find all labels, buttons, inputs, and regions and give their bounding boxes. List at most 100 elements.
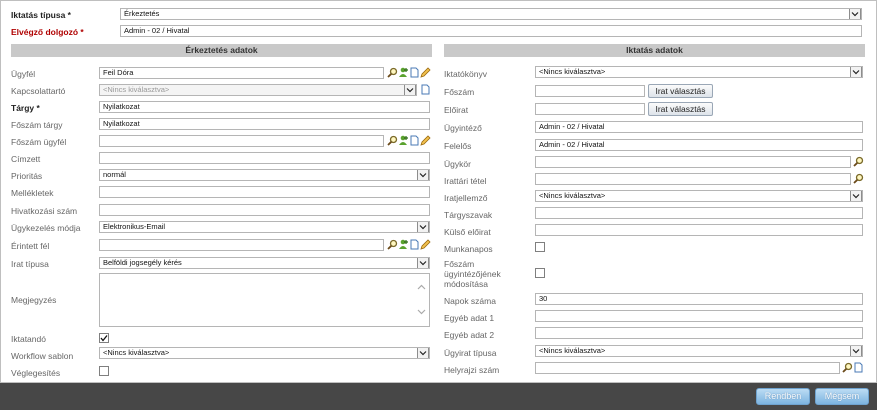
left-section-header: Érkeztetés adatok: [11, 44, 432, 57]
chevron-down-icon[interactable]: [417, 170, 429, 180]
veglegesites-checkbox[interactable]: [99, 366, 109, 376]
new-document-icon[interactable]: [853, 362, 864, 373]
chevron-down-icon[interactable]: [849, 9, 861, 19]
foszam-targy-label: Főszám tárgy: [11, 120, 63, 130]
search-icon[interactable]: [387, 135, 398, 146]
foszam-field[interactable]: [535, 85, 645, 97]
scroll-down-icon[interactable]: [417, 307, 426, 317]
irat-tipusa-value: Belföldi jogsegély kérés: [103, 258, 182, 267]
ugyirat-tipusa-select[interactable]: <Nincs kiválasztva>: [535, 345, 863, 357]
cimzett-field[interactable]: [99, 152, 430, 164]
targy-field[interactable]: Nyilatkozat: [99, 101, 430, 113]
ugykezeles-modja-select[interactable]: Elektronikus-Email: [99, 221, 430, 233]
chevron-down-icon[interactable]: [404, 85, 416, 95]
new-document-icon[interactable]: [420, 84, 431, 95]
felelos-field[interactable]: Admin - 02 / Hivatal: [535, 139, 863, 151]
egyeb-adat-2-label: Egyéb adat 2: [444, 330, 495, 340]
ugyfel-label: Ügyfél: [11, 69, 36, 79]
rendben-button[interactable]: Rendben: [756, 388, 810, 405]
scroll-up-icon[interactable]: [417, 283, 426, 293]
iktatokonyv-label: Iktatókönyv: [444, 69, 487, 79]
prioritas-select[interactable]: normál: [99, 169, 430, 181]
hivatkozasi-szam-label: Hivatkozási szám: [11, 206, 78, 216]
search-icon[interactable]: [853, 156, 864, 167]
megsem-button[interactable]: Mégsem: [815, 388, 869, 405]
new-document-icon[interactable]: [409, 67, 420, 78]
edit-icon[interactable]: [420, 67, 431, 78]
erintett-fel-field[interactable]: [99, 239, 384, 251]
foszam-targy-field[interactable]: Nyilatkozat: [99, 118, 430, 130]
megjegyzes-textarea[interactable]: [99, 273, 430, 327]
checkmark-icon: [100, 335, 108, 342]
irat-tipusa-select[interactable]: Belföldi jogsegély kérés: [99, 257, 430, 269]
foszam-label: Főszám: [444, 87, 475, 97]
iktatokonyv-value: <Nincs kiválasztva>: [539, 67, 606, 76]
foszam-irat-valasztas-button[interactable]: Irat választás: [648, 84, 713, 98]
eloirat-label: Előirat: [444, 105, 469, 115]
napok-szama-field[interactable]: 30: [535, 293, 863, 305]
iktatokonyv-select[interactable]: <Nincs kiválasztva>: [535, 66, 863, 78]
egyeb-adat-2-field[interactable]: [535, 327, 863, 339]
ugyfel-field[interactable]: Feil Dóra: [99, 67, 384, 79]
new-document-icon[interactable]: [409, 135, 420, 146]
chevron-down-icon[interactable]: [850, 67, 862, 77]
workflow-sablon-select[interactable]: <Nincs kiválasztva>: [99, 347, 430, 359]
kapcsolattarto-label: Kapcsolattartó: [11, 86, 66, 96]
foszam-mod-checkbox[interactable]: [535, 268, 545, 278]
search-icon[interactable]: [853, 173, 864, 184]
clerk-field[interactable]: Admin - 02 / Hivatal: [120, 25, 862, 37]
targyszavak-label: Tárgyszavak: [444, 210, 493, 220]
megjegyzes-label: Megjegyzés: [11, 295, 57, 305]
chevron-down-icon[interactable]: [417, 348, 429, 358]
hivatkozasi-szam-field[interactable]: [99, 204, 430, 216]
eloirat-field[interactable]: [535, 103, 645, 115]
search-icon[interactable]: [842, 362, 853, 373]
mellekletek-field[interactable]: [99, 186, 430, 198]
edit-icon[interactable]: [420, 239, 431, 250]
clerk-label: Elvégző dolgozó *: [11, 27, 84, 37]
iratjellemzo-value: <Nincs kiválasztva>: [539, 191, 606, 200]
erintett-fel-label: Érintett fél: [11, 241, 50, 251]
search-icon[interactable]: [387, 239, 398, 250]
iktatando-checkbox[interactable]: [99, 333, 109, 343]
kulso-eloirat-label: Külső előirat: [444, 227, 491, 237]
targyszavak-field[interactable]: [535, 207, 863, 219]
new-document-icon[interactable]: [409, 239, 420, 250]
ugyintezo-field[interactable]: Admin - 02 / Hivatal: [535, 121, 863, 133]
add-user-icon[interactable]: [398, 239, 409, 250]
helyrajzi-szam-field[interactable]: [535, 362, 840, 374]
eloirat-irat-valasztas-button[interactable]: Irat választás: [648, 102, 713, 116]
prioritas-label: Prioritás: [11, 171, 43, 181]
add-user-icon[interactable]: [398, 67, 409, 78]
iktatas-dialog: Iktatás típusa * Érkeztetés Elvégző dolg…: [0, 0, 877, 383]
search-icon[interactable]: [387, 67, 398, 78]
irattari-tetel-label: Irattári tétel: [444, 176, 487, 186]
ugyirat-tipusa-value: <Nincs kiválasztva>: [539, 346, 606, 355]
iratjellemzo-select[interactable]: <Nincs kiválasztva>: [535, 190, 863, 202]
irattari-tetel-field[interactable]: [535, 173, 851, 185]
type-value: Érkeztetés: [124, 9, 160, 18]
foszam-ugyfel-label: Főszám ügyfél: [11, 137, 67, 147]
munkanapos-label: Munkanapos: [444, 244, 493, 254]
ugykezeles-modja-label: Ügykezelés módja: [11, 223, 81, 233]
ugyirat-tipusa-label: Ügyirat típusa: [444, 348, 497, 358]
kulso-eloirat-field[interactable]: [535, 224, 863, 236]
kapcsolattarto-select[interactable]: <Nincs kiválasztva>: [99, 84, 417, 96]
type-select[interactable]: Érkeztetés: [120, 8, 862, 20]
right-section-header: Iktatás adatok: [444, 44, 865, 57]
ugykor-field[interactable]: [535, 156, 851, 168]
add-user-icon[interactable]: [398, 135, 409, 146]
edit-icon[interactable]: [420, 135, 431, 146]
chevron-down-icon[interactable]: [417, 222, 429, 232]
egyeb-adat-1-field[interactable]: [535, 310, 863, 322]
mellekletek-label: Mellékletek: [11, 188, 54, 198]
chevron-down-icon[interactable]: [417, 258, 429, 268]
chevron-down-icon[interactable]: [850, 346, 862, 356]
chevron-down-icon[interactable]: [850, 191, 862, 201]
ugykezeles-modja-value: Elektronikus-Email: [103, 222, 166, 231]
munkanapos-checkbox[interactable]: [535, 242, 545, 252]
kapcsolattarto-placeholder: <Nincs kiválasztva>: [103, 85, 170, 94]
prioritas-value: normál: [103, 170, 126, 179]
targy-label: Tárgy *: [11, 103, 40, 113]
foszam-ugyfel-field[interactable]: [99, 135, 384, 147]
